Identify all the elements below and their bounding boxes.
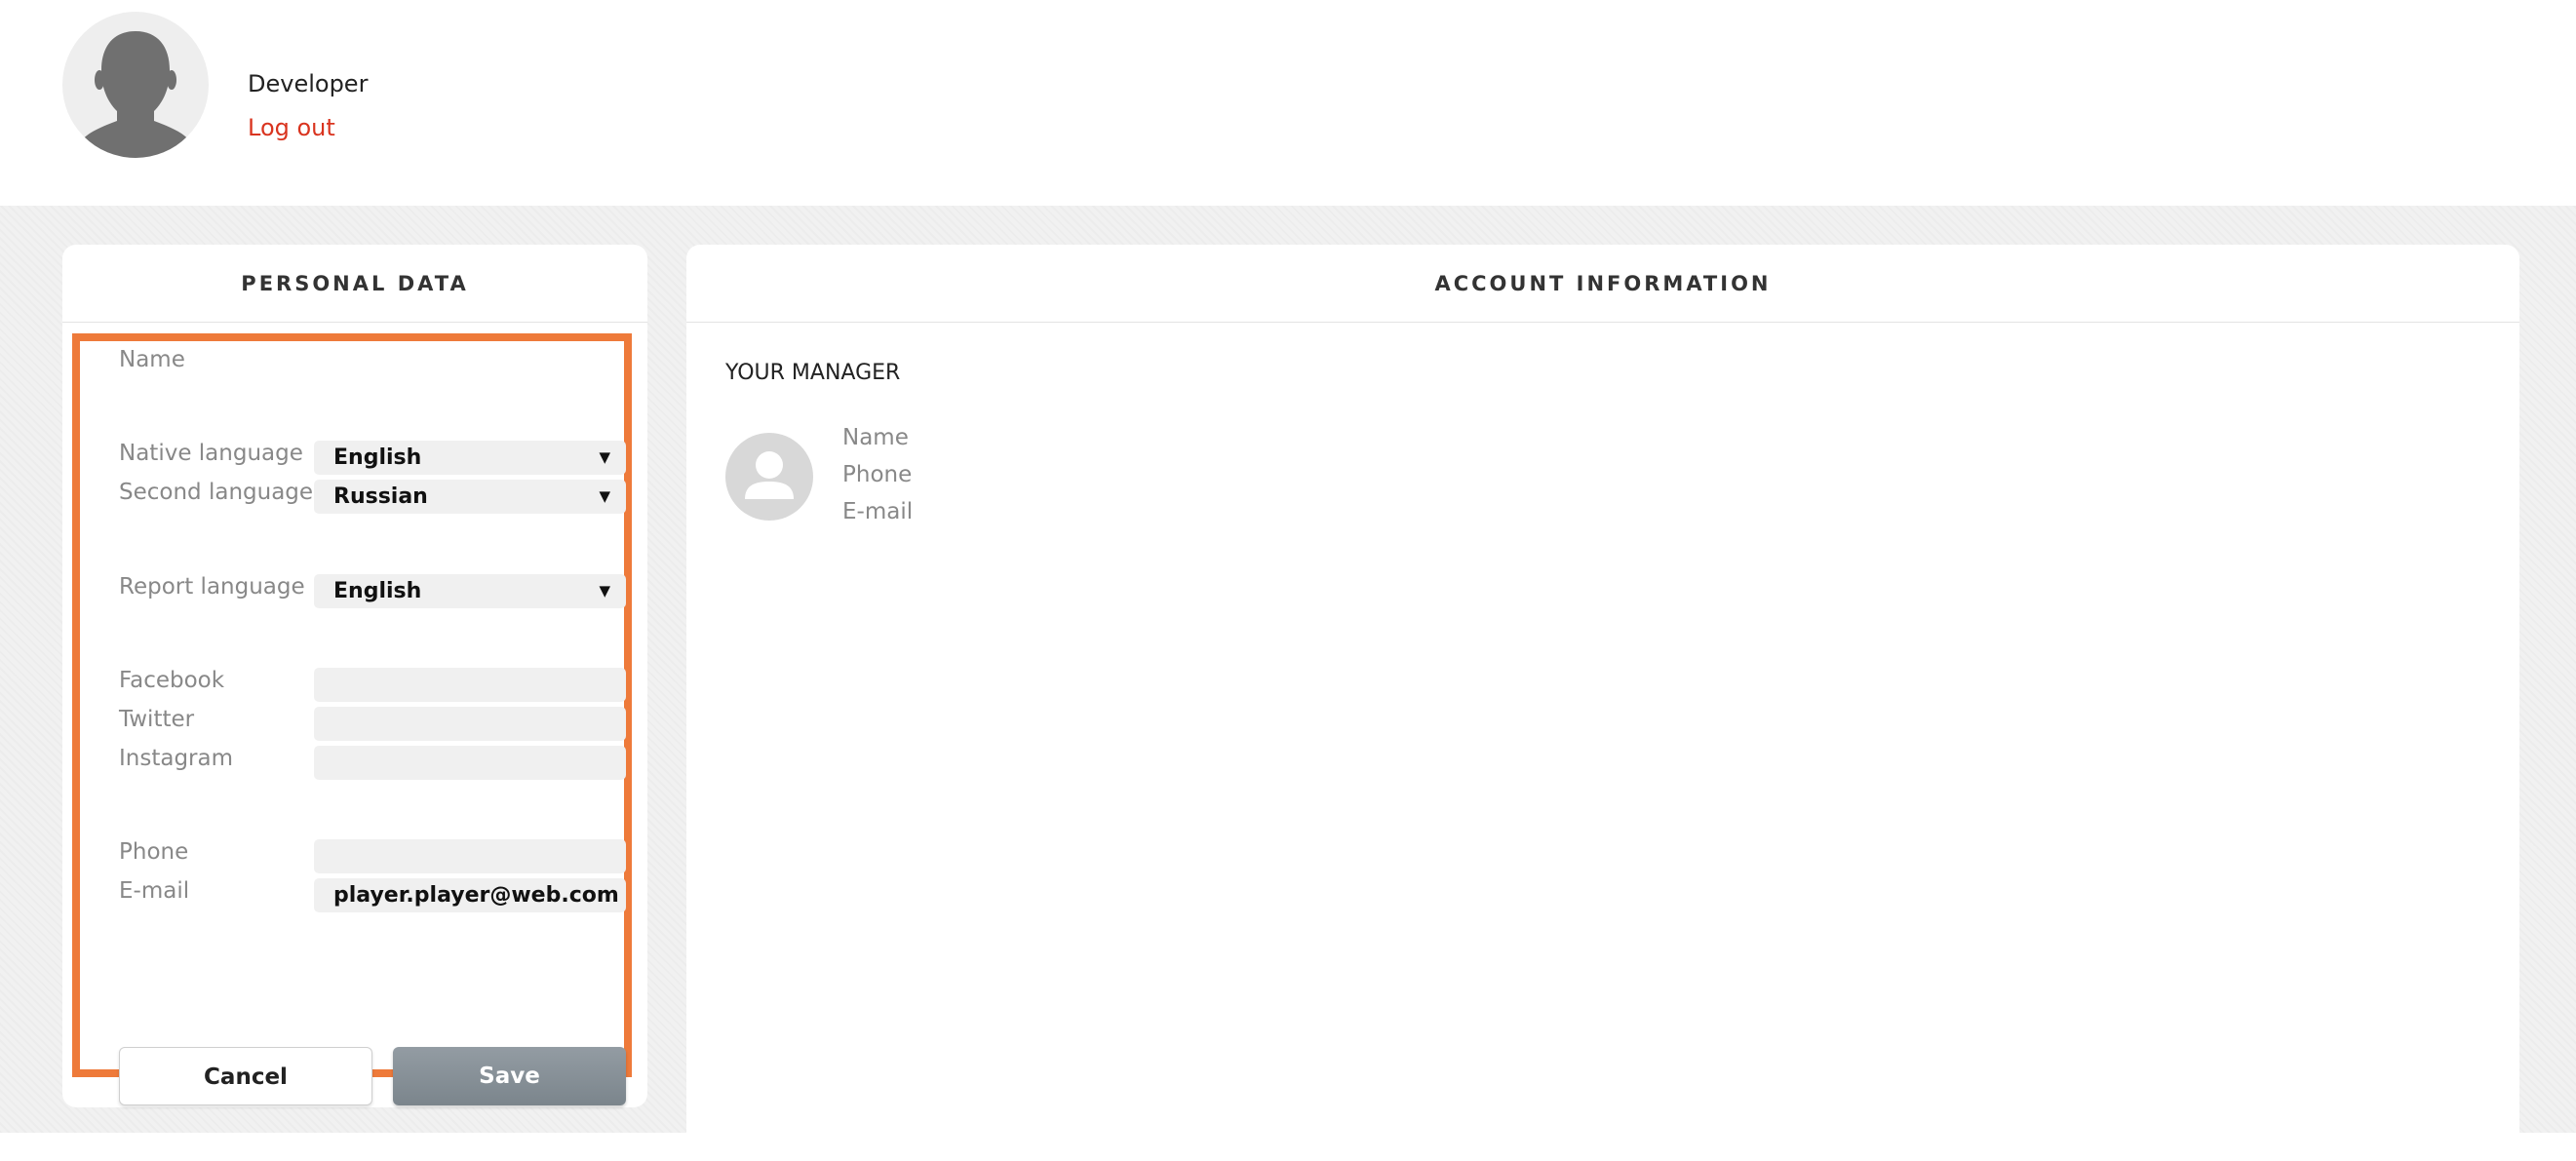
- chevron-down-icon: ▼: [599, 582, 610, 600]
- instagram-input[interactable]: [314, 746, 626, 780]
- personal-data-form: Name Native language English ▼ Second la…: [72, 333, 632, 1105]
- native-language-label: Native language: [119, 441, 303, 466]
- report-language-select[interactable]: English ▼: [314, 574, 626, 608]
- user-name: Developer: [248, 70, 369, 97]
- second-language-value: Russian: [333, 484, 428, 509]
- native-language-select[interactable]: English ▼: [314, 441, 626, 475]
- manager-section-title: YOUR MANAGER: [725, 361, 901, 385]
- second-language-label: Second language: [119, 480, 314, 505]
- manager-name-label: Name: [842, 425, 909, 450]
- user-avatar-icon: [62, 12, 209, 158]
- phone-label: Phone: [119, 839, 189, 865]
- manager-email-label: E-mail: [842, 499, 914, 524]
- cancel-button[interactable]: Cancel: [119, 1047, 372, 1105]
- chevron-down-icon: ▼: [599, 487, 610, 505]
- email-input[interactable]: player.player@web.com: [314, 878, 626, 912]
- account-information-title: ACCOUNT INFORMATION: [686, 245, 2519, 323]
- header: Developer Log out: [0, 0, 2576, 206]
- name-label: Name: [119, 347, 185, 372]
- manager-phone-label: Phone: [842, 462, 913, 487]
- personal-data-title: PERSONAL DATA: [62, 245, 647, 323]
- report-language-label: Report language: [119, 574, 305, 600]
- twitter-label: Twitter: [119, 707, 195, 732]
- account-information-panel: ACCOUNT INFORMATION YOUR MANAGER Name Ph…: [686, 245, 2519, 1161]
- facebook-input[interactable]: [314, 668, 626, 702]
- facebook-label: Facebook: [119, 668, 225, 693]
- logout-link[interactable]: Log out: [248, 114, 335, 141]
- twitter-input[interactable]: [314, 707, 626, 741]
- report-language-value: English: [333, 579, 422, 603]
- chevron-down-icon: ▼: [599, 448, 610, 466]
- save-button[interactable]: Save: [393, 1047, 626, 1105]
- content-area: PERSONAL DATA Name Native language Engli…: [0, 206, 2576, 1161]
- email-label: E-mail: [119, 878, 190, 904]
- native-language-value: English: [333, 445, 422, 470]
- phone-input[interactable]: [314, 839, 626, 873]
- second-language-select[interactable]: Russian ▼: [314, 480, 626, 514]
- person-icon: [725, 433, 813, 521]
- instagram-label: Instagram: [119, 746, 234, 771]
- personal-data-panel: PERSONAL DATA Name Native language Engli…: [62, 245, 647, 1107]
